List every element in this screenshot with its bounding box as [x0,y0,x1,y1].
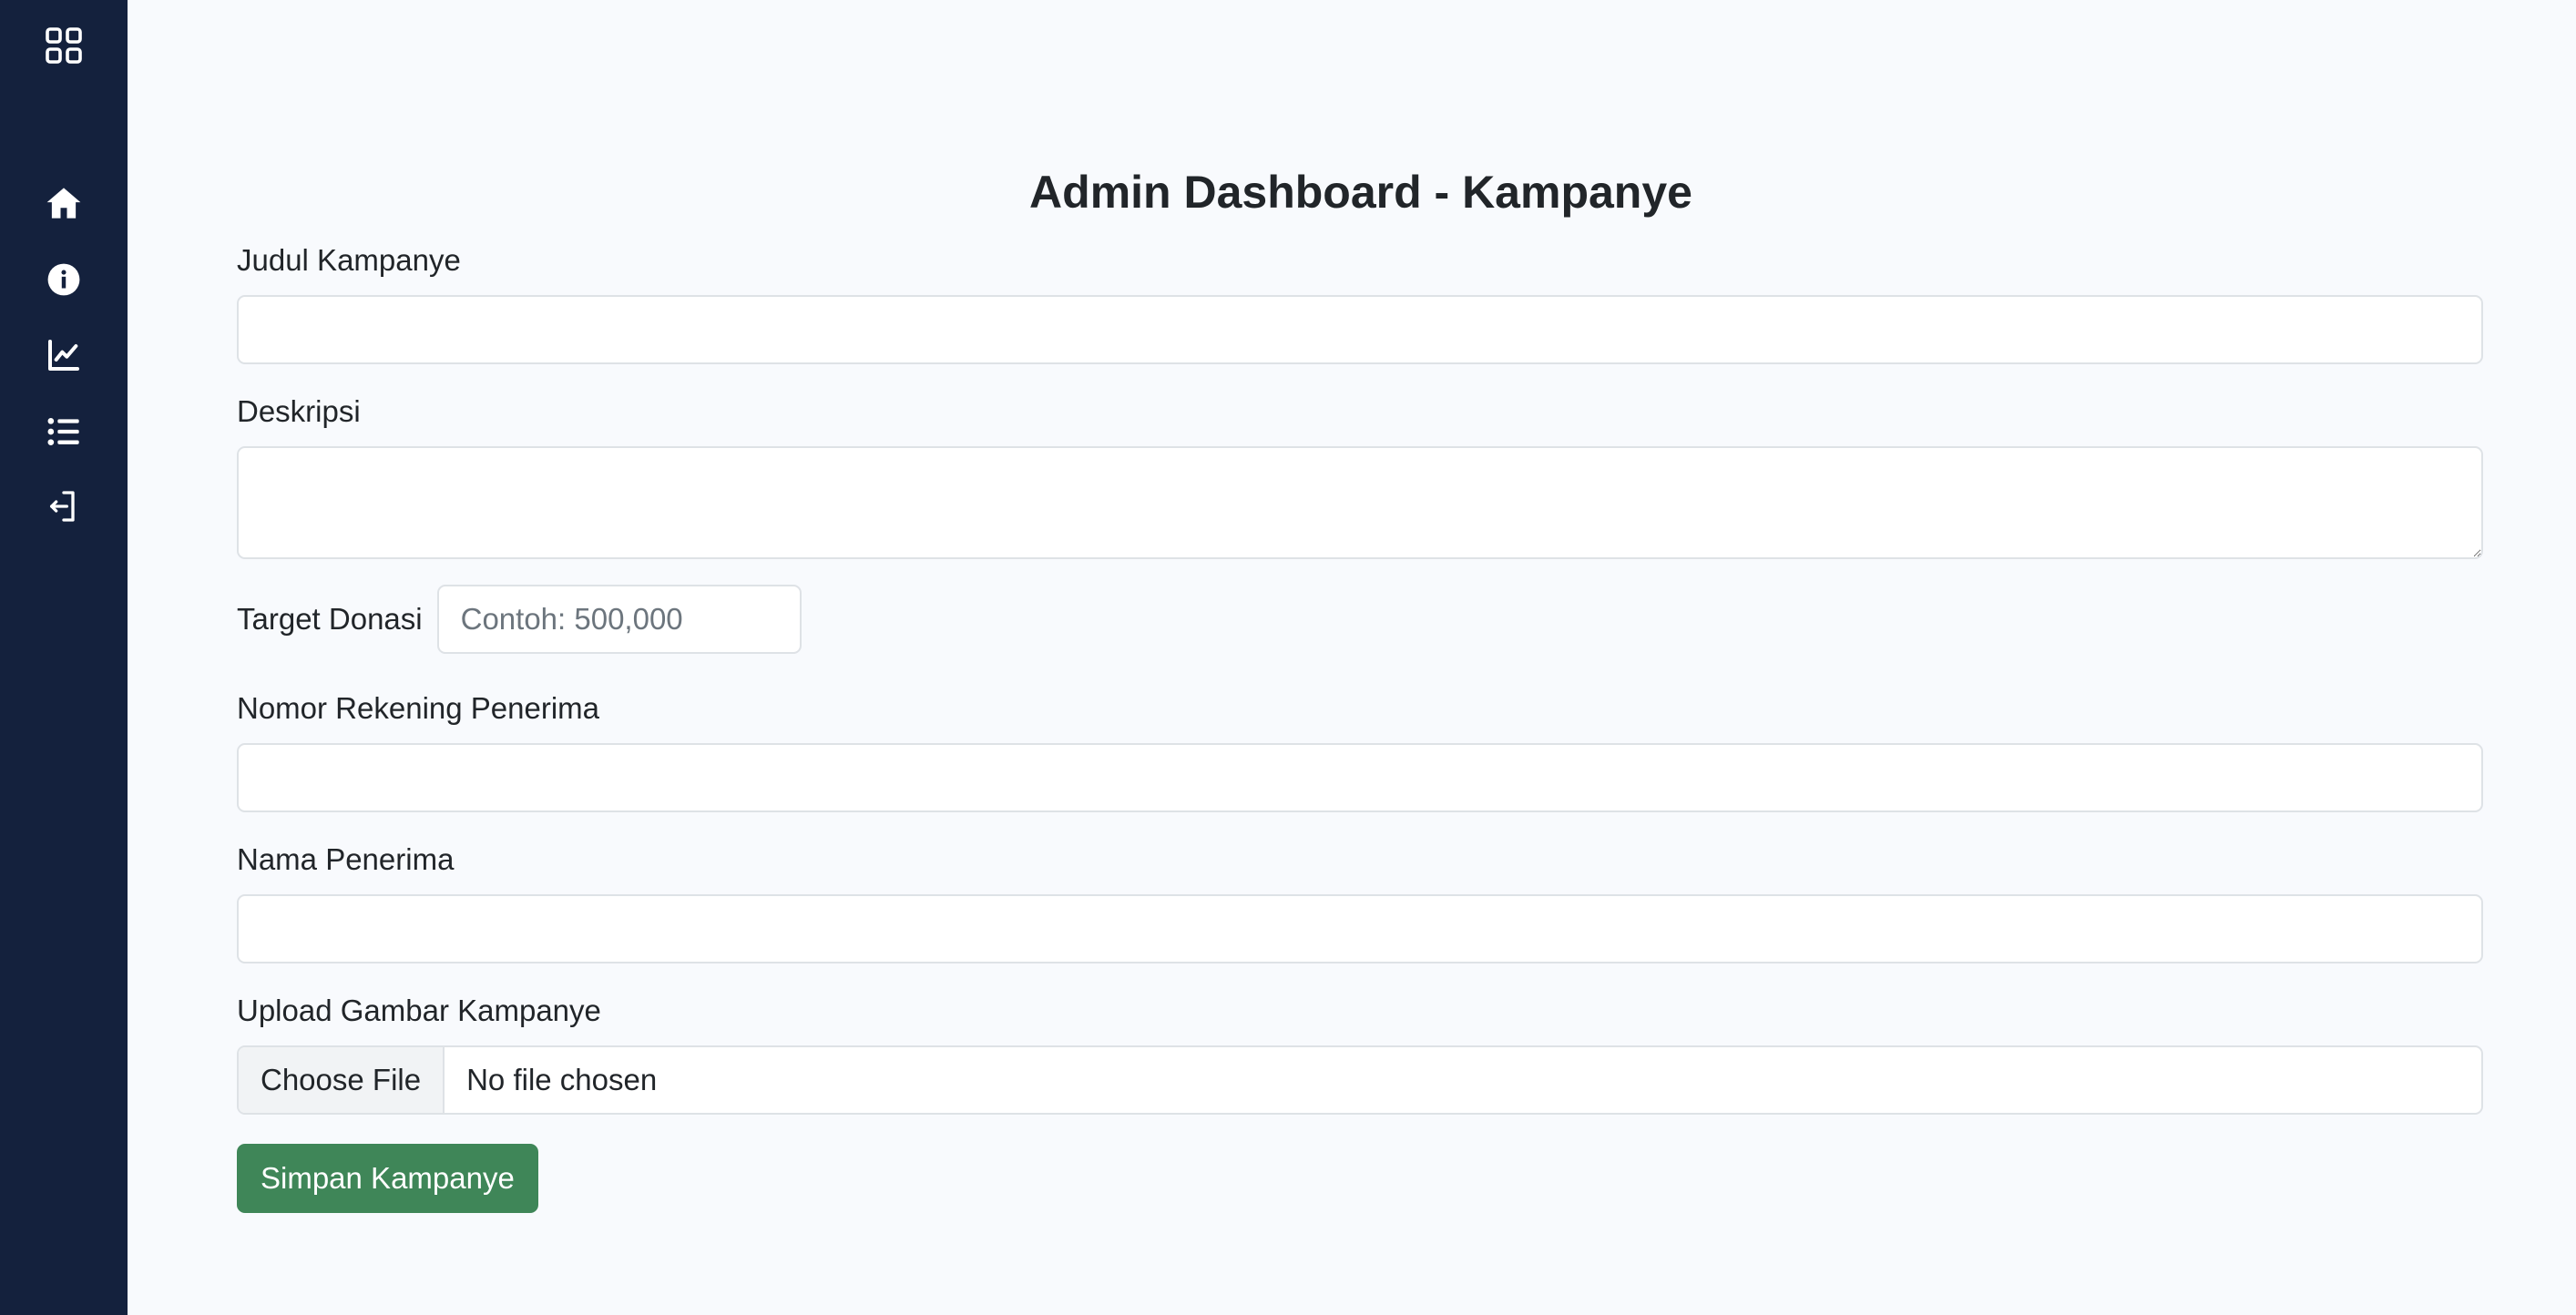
file-status-text: No file chosen [466,1063,658,1096]
page-title: Admin Dashboard - Kampanye [1029,167,1692,218]
file-input[interactable]: Choose File No file chosen [237,1045,2483,1115]
campaign-form: Judul Kampanye Deskripsi Target Donasi N… [237,239,2483,1213]
info-icon[interactable] [46,262,81,297]
target-donasi-input[interactable] [436,585,802,654]
nama-penerima-input[interactable] [237,894,2483,963]
list-icon[interactable] [46,413,82,450]
logout-icon[interactable] [46,488,82,525]
upload-label: Upload Gambar Kampanye [237,994,601,1027]
rekening-label: Nomor Rekening Penerima [237,691,600,725]
main-content: Admin Dashboard - Kampanye Judul Kampany… [128,0,2576,1315]
simpan-kampanye-button[interactable]: Simpan Kampanye [237,1144,538,1213]
chart-line-icon[interactable] [46,337,82,373]
rekening-input[interactable] [237,743,2483,812]
judul-input[interactable] [237,295,2483,364]
apps-grid-icon[interactable] [42,24,86,67]
sidebar [0,0,128,1315]
nama-penerima-label: Nama Penerima [237,842,455,876]
judul-label: Judul Kampanye [237,243,461,277]
deskripsi-label: Deskripsi [237,394,361,428]
deskripsi-textarea[interactable] [237,446,2483,559]
choose-file-button[interactable]: Choose File [239,1047,445,1113]
home-icon[interactable] [45,184,83,222]
target-donasi-label: Target Donasi [237,602,423,636]
